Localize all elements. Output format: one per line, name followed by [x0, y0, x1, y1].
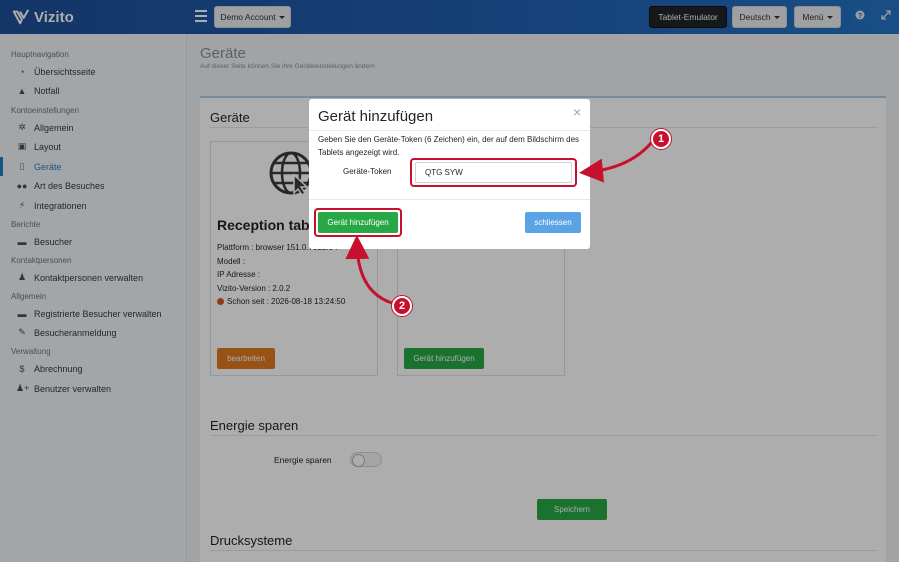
- modal-backdrop[interactable]: [0, 0, 899, 562]
- modal-title: Gerät hinzufügen: [318, 108, 434, 125]
- highlight-add-button: [314, 208, 402, 237]
- modal-description: Geben Sie den Geräte-Token (6 Zeichen) e…: [318, 135, 580, 157]
- modal-divider: [309, 130, 590, 131]
- modal-divider: [309, 199, 590, 200]
- modal-close-label: schliessen: [534, 218, 572, 227]
- token-label: Geräte-Token: [343, 167, 392, 176]
- close-icon[interactable]: ×: [573, 104, 581, 120]
- step-2-badge: 2: [392, 296, 412, 316]
- modal-close-button[interactable]: schliessen: [525, 212, 581, 233]
- highlight-token-input: [410, 158, 577, 187]
- step-1-badge: 1: [651, 129, 671, 149]
